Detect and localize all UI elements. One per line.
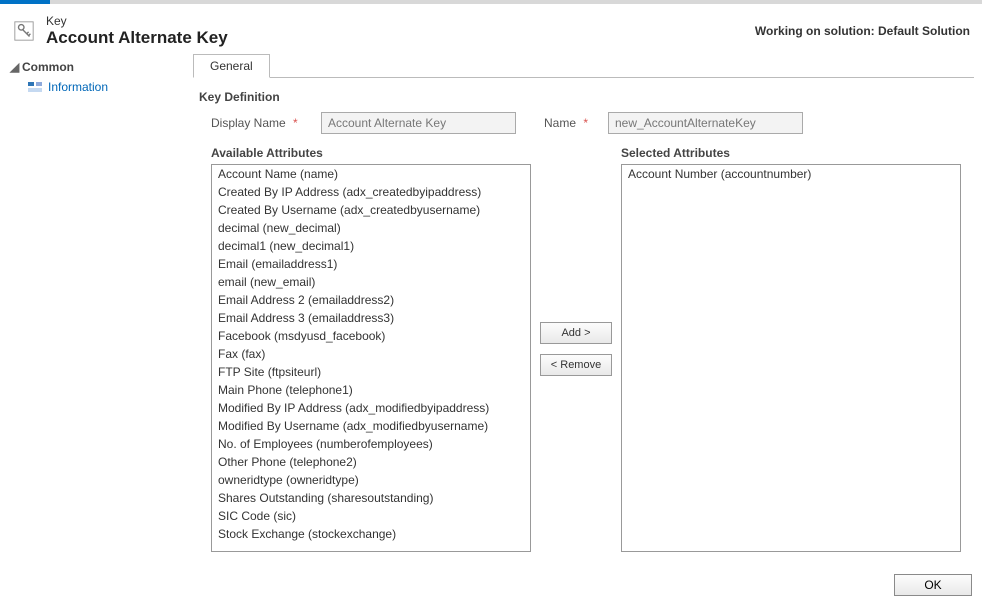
list-item[interactable]: owneridtype (owneridtype) (212, 471, 530, 489)
list-item[interactable]: Account Name (name) (212, 165, 530, 183)
required-asterisk-icon: * (583, 116, 588, 130)
list-item[interactable]: Created By IP Address (adx_createdbyipad… (212, 183, 530, 201)
add-button-label: Add > (561, 327, 590, 339)
list-item[interactable]: Created By Username (adx_createdbyuserna… (212, 201, 530, 219)
progress-fill (0, 0, 50, 4)
sidebar-group-common[interactable]: ◢ Common (10, 60, 175, 74)
list-item[interactable]: Modified By IP Address (adx_modifiedbyip… (212, 399, 530, 417)
list-item[interactable]: Email Address 2 (emailaddress2) (212, 291, 530, 309)
header-title: Account Alternate Key (46, 28, 755, 48)
tab-general[interactable]: General (193, 54, 270, 78)
form-icon (28, 80, 42, 94)
list-item[interactable]: Other Phone (telephone2) (212, 453, 530, 471)
ok-button-label: OK (924, 578, 941, 592)
list-item[interactable]: FTP Site (ftpsiteurl) (212, 363, 530, 381)
list-item[interactable]: decimal1 (new_decimal1) (212, 237, 530, 255)
header: Key Account Alternate Key Working on sol… (0, 4, 982, 52)
list-item[interactable]: Fax (fax) (212, 345, 530, 363)
header-subtitle: Key (46, 14, 755, 28)
list-item[interactable]: Facebook (msdyusd_facebook) (212, 327, 530, 345)
sidebar-item-information[interactable]: Information (10, 78, 175, 96)
key-icon (12, 19, 36, 43)
tab-label: General (210, 59, 253, 73)
selected-attributes-list[interactable]: Account Number (accountnumber) (621, 164, 961, 552)
list-item[interactable]: decimal (new_decimal) (212, 219, 530, 237)
list-item[interactable]: Stock Exchange (stockexchange) (212, 525, 530, 543)
section-title: Key Definition (199, 90, 974, 104)
list-item[interactable]: SIC Code (sic) (212, 507, 530, 525)
sidebar-item-label: Information (48, 80, 108, 94)
list-item[interactable]: Main Phone (telephone1) (212, 381, 530, 399)
name-label-text: Name (544, 116, 576, 130)
add-button[interactable]: Add > (540, 322, 612, 344)
remove-button[interactable]: < Remove (540, 354, 612, 376)
list-item[interactable]: Account Number (accountnumber) (622, 165, 960, 183)
working-solution-label: Working on solution: Default Solution (755, 24, 970, 38)
list-item[interactable]: Shares Outstanding (sharesoutstanding) (212, 489, 530, 507)
sidebar-group-label: Common (22, 60, 74, 74)
tabstrip: General (193, 52, 974, 78)
selected-attributes-title: Selected Attributes (621, 146, 961, 160)
available-attributes-list[interactable]: Account Name (name)Created By IP Address… (211, 164, 531, 552)
progress-bar (0, 0, 982, 4)
display-name-label-text: Display Name (211, 116, 286, 130)
available-attributes-title: Available Attributes (211, 146, 531, 160)
list-item[interactable]: No. of Employees (numberofemployees) (212, 435, 530, 453)
remove-button-label: < Remove (551, 359, 601, 371)
name-input[interactable] (608, 112, 803, 134)
sidebar: ◢ Common Information (0, 52, 185, 598)
list-item[interactable]: email (new_email) (212, 273, 530, 291)
ok-button[interactable]: OK (894, 574, 972, 596)
content-panel: General Key Definition Display Name * Na… (185, 52, 982, 598)
name-label: Name * (544, 116, 604, 130)
list-item[interactable]: Email Address 3 (emailaddress3) (212, 309, 530, 327)
display-name-input[interactable] (321, 112, 516, 134)
list-item[interactable]: Modified By Username (adx_modifiedbyuser… (212, 417, 530, 435)
list-item[interactable]: Email (emailaddress1) (212, 255, 530, 273)
required-asterisk-icon: * (293, 116, 298, 130)
caret-down-icon: ◢ (10, 60, 18, 74)
display-name-label: Display Name * (211, 116, 321, 130)
